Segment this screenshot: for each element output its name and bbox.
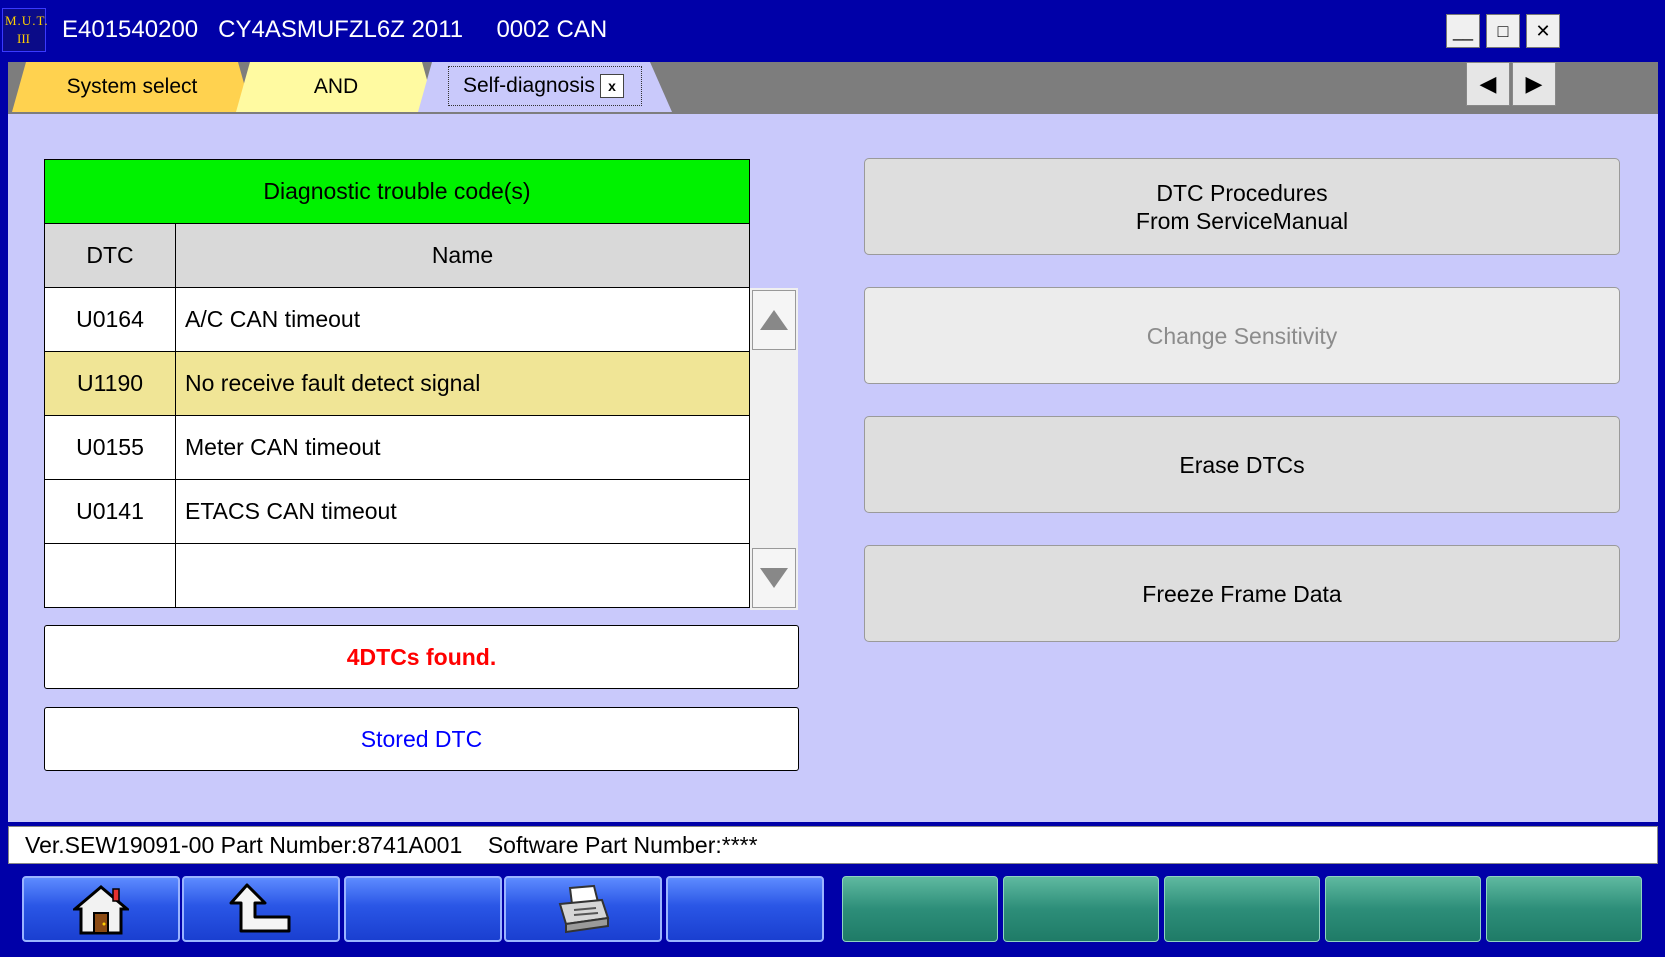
tab-and[interactable]: AND bbox=[236, 62, 436, 112]
dtc-name: Meter CAN timeout bbox=[175, 415, 750, 480]
return-button[interactable] bbox=[182, 876, 340, 942]
dtc-procedures-button[interactable]: DTC Procedures From ServiceManual bbox=[864, 158, 1620, 255]
toolbar-button-5[interactable] bbox=[666, 876, 824, 942]
table-scrollbar[interactable] bbox=[750, 288, 798, 610]
tab-close-button[interactable]: x bbox=[600, 74, 624, 98]
tab-label: AND bbox=[313, 75, 359, 98]
left-arrow-icon: ◀ bbox=[1479, 71, 1497, 96]
home-icon bbox=[73, 885, 129, 935]
table-row[interactable]: U0164 A/C CAN timeout bbox=[44, 287, 750, 352]
toolbar-button-10[interactable] bbox=[1486, 876, 1642, 942]
printer-icon bbox=[558, 884, 610, 934]
tab-self-diagnosis[interactable]: Self-diagnosis x bbox=[418, 62, 672, 112]
tab-strip: System select AND Self-diagnosis x bbox=[8, 62, 1658, 114]
up-arrow-icon bbox=[760, 310, 788, 330]
erase-dtcs-button[interactable]: Erase DTCs bbox=[864, 416, 1620, 513]
dtc-table-title: Diagnostic trouble code(s) bbox=[44, 159, 750, 224]
tab-label: System select bbox=[66, 75, 198, 98]
button-label: Change Sensitivity bbox=[1146, 322, 1338, 349]
home-button[interactable] bbox=[22, 876, 180, 942]
logo-line1: M.U.T. bbox=[5, 13, 49, 28]
tab-system-select[interactable]: System select bbox=[12, 62, 252, 112]
app-window: M.U.T. III E401540200 CY4ASMUFZL6Z 2011 … bbox=[0, 0, 1665, 957]
tab-prev-button[interactable]: ◀ bbox=[1466, 62, 1510, 106]
button-label: Erase DTCs bbox=[1179, 451, 1305, 478]
toolbar-button-6[interactable] bbox=[842, 876, 998, 942]
scroll-down-button[interactable] bbox=[752, 548, 796, 608]
toolbar-button-7[interactable] bbox=[1003, 876, 1159, 942]
table-row[interactable]: U0155 Meter CAN timeout bbox=[44, 415, 750, 480]
maximize-button[interactable]: □ bbox=[1486, 14, 1520, 48]
freeze-frame-button[interactable]: Freeze Frame Data bbox=[864, 545, 1620, 642]
tab-label: Self-diagnosis bbox=[463, 74, 595, 97]
table-row[interactable]: U0141 ETACS CAN timeout bbox=[44, 479, 750, 544]
return-icon bbox=[229, 883, 291, 933]
dtc-table: Diagnostic trouble code(s) DTC Name U016… bbox=[44, 159, 750, 608]
stored-dtc-label: Stored DTC bbox=[360, 725, 483, 752]
table-row-empty[interactable] bbox=[44, 543, 750, 608]
dtc-code: U0164 bbox=[44, 287, 176, 352]
tab-next-button[interactable]: ▶ bbox=[1512, 62, 1556, 106]
print-button[interactable] bbox=[504, 876, 662, 942]
dtc-name: ETACS CAN timeout bbox=[175, 479, 750, 544]
logo-line2: III bbox=[17, 31, 30, 46]
header-name: Name bbox=[175, 223, 750, 288]
title-bar: M.U.T. III E401540200 CY4ASMUFZL6Z 2011 … bbox=[0, 0, 1665, 58]
dtc-code: U1190 bbox=[44, 351, 176, 416]
stored-dtc-box: Stored DTC bbox=[44, 707, 799, 771]
button-label-line1: DTC Procedures bbox=[1156, 179, 1328, 206]
dtc-name: A/C CAN timeout bbox=[175, 287, 750, 352]
change-sensitivity-button[interactable]: Change Sensitivity bbox=[864, 287, 1620, 384]
scroll-up-button[interactable] bbox=[752, 290, 796, 350]
dtc-count-message: 4DTCs found. bbox=[44, 625, 799, 689]
button-label-line2: From ServiceManual bbox=[1135, 207, 1349, 234]
close-window-button[interactable]: ✕ bbox=[1526, 14, 1560, 48]
table-row-selected[interactable]: U1190 No receive fault detect signal bbox=[44, 351, 750, 416]
down-arrow-icon bbox=[760, 568, 788, 588]
toolbar-button-3[interactable] bbox=[344, 876, 502, 942]
toolbar-button-8[interactable] bbox=[1164, 876, 1320, 942]
window-title: E401540200 CY4ASMUFZL6Z 2011 0002 CAN bbox=[62, 16, 608, 43]
dtc-name bbox=[175, 543, 750, 608]
version-status-bar: Ver.SEW19091-00 Part Number:8741A001 Sof… bbox=[8, 826, 1658, 864]
dtc-count-text: 4DTCs found. bbox=[346, 643, 497, 670]
dtc-name: No receive fault detect signal bbox=[175, 351, 750, 416]
dtc-code: U0141 bbox=[44, 479, 176, 544]
minimize-button[interactable]: __ bbox=[1446, 14, 1480, 48]
dtc-code bbox=[44, 543, 176, 608]
right-arrow-icon: ▶ bbox=[1525, 71, 1543, 96]
mut-logo: M.U.T. III bbox=[2, 8, 49, 52]
header-dtc: DTC bbox=[44, 223, 176, 288]
toolbar-button-9[interactable] bbox=[1325, 876, 1481, 942]
button-label: Freeze Frame Data bbox=[1142, 580, 1342, 607]
dtc-code: U0155 bbox=[44, 415, 176, 480]
